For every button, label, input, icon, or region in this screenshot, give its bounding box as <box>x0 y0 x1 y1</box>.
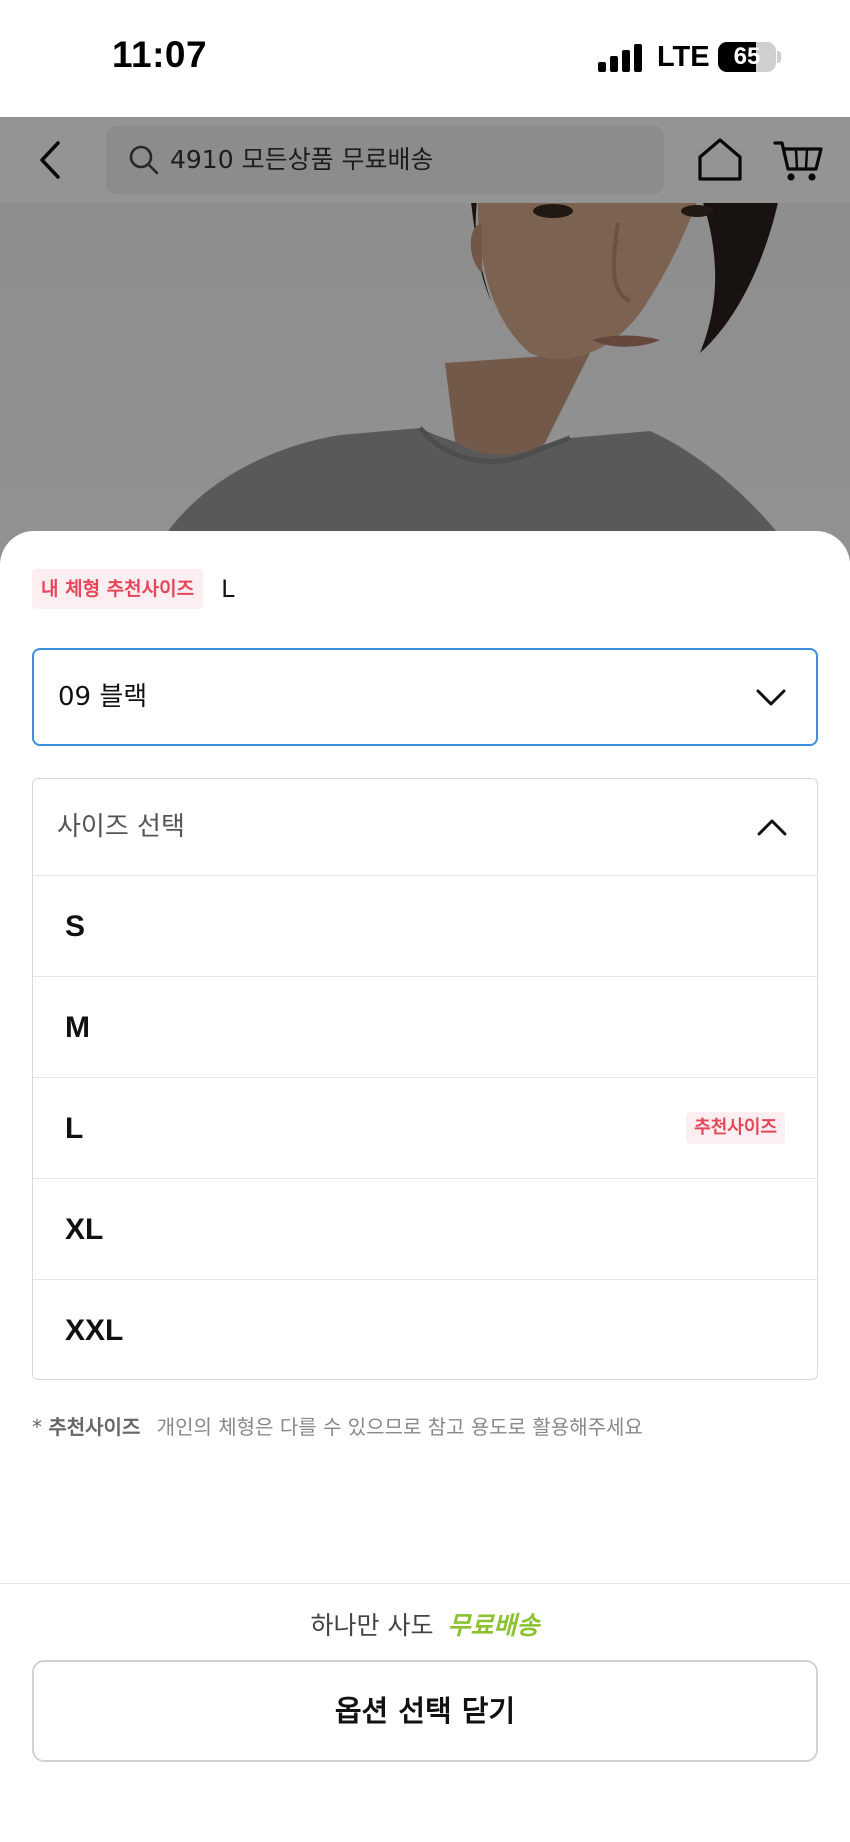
size-select-header[interactable]: 사이즈 선택 <box>33 779 817 876</box>
size-select-placeholder: 사이즈 선택 <box>57 812 185 842</box>
size-footnote: * 추천사이즈 개인의 체형은 다를 수 있으므로 참고 용도로 활용해주세요 <box>32 1411 643 1440</box>
battery-cap <box>777 51 781 63</box>
bottom-bar: 하나만 사도 무료배송 옵션 선택 닫기 <box>0 1583 850 1842</box>
size-option-label: XL <box>65 1213 104 1246</box>
size-option-xl[interactable]: XL <box>33 1179 817 1280</box>
color-select[interactable]: 09 블랙 <box>32 648 818 746</box>
footnote-text: 개인의 체형은 다를 수 있으므로 참고 용도로 활용해주세요 <box>156 1415 643 1439</box>
footnote-star: * <box>32 1415 42 1439</box>
chevron-down-icon <box>754 682 788 712</box>
recommend-size-tag: 추천사이즈 <box>686 1112 785 1144</box>
footnote-title: 추천사이즈 <box>48 1415 141 1439</box>
battery-icon: 65 <box>718 42 776 72</box>
size-option-label: XXL <box>65 1314 124 1347</box>
modal-backdrop[interactable] <box>0 117 850 563</box>
signal-icon <box>598 44 644 72</box>
status-bar: 11:07 LTE 65 <box>0 0 850 117</box>
free-shipping-promo: 하나만 사도 무료배송 <box>0 1606 850 1642</box>
promo-prefix: 하나만 사도 <box>310 1611 434 1640</box>
size-option-label: M <box>65 1011 90 1044</box>
network-label: LTE <box>657 41 710 73</box>
size-option-l[interactable]: L 추천사이즈 <box>33 1078 817 1179</box>
size-option-label: L <box>65 1112 84 1145</box>
size-select: 사이즈 선택 S M L 추천사이즈 XL XXL <box>32 778 818 1380</box>
size-option-label: S <box>65 910 86 943</box>
color-select-value: 09 블랙 <box>58 682 148 712</box>
chevron-up-icon <box>755 813 789 843</box>
size-option-s[interactable]: S <box>33 876 817 977</box>
size-option-xxl[interactable]: XXL <box>33 1280 817 1379</box>
recommend-row: 내 체형 추천사이즈 L <box>32 569 234 609</box>
battery-level: 65 <box>733 43 761 70</box>
promo-highlight: 무료배송 <box>447 1611 540 1640</box>
size-option-m[interactable]: M <box>33 977 817 1078</box>
close-options-button[interactable]: 옵션 선택 닫기 <box>32 1660 818 1762</box>
status-time: 11:07 <box>112 34 208 75</box>
recommend-badge: 내 체형 추천사이즈 <box>32 569 204 609</box>
recommend-size: L <box>221 575 235 603</box>
